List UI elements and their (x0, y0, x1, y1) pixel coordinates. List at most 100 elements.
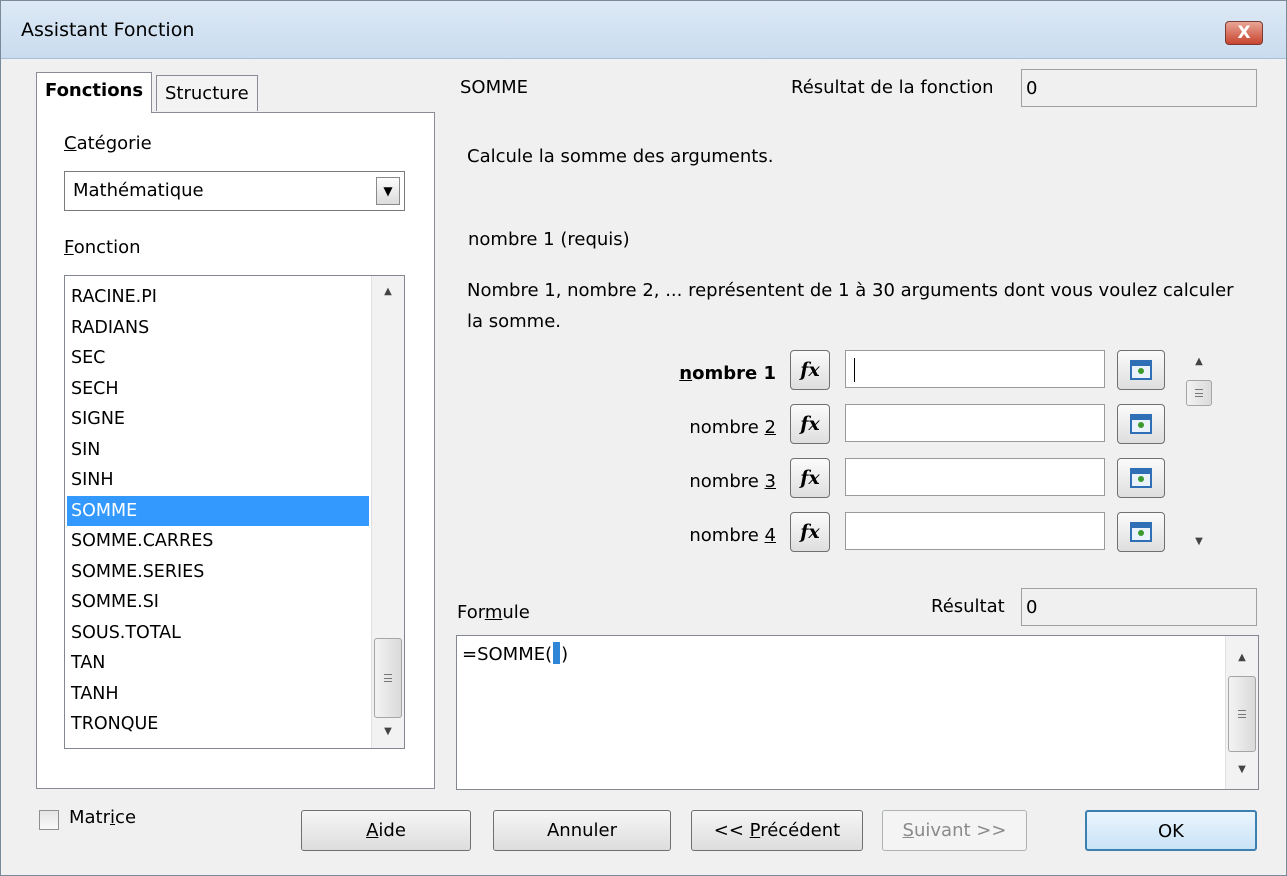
function-list-item[interactable]: SIN (67, 435, 369, 466)
text-cursor (854, 358, 855, 382)
formula-after: ) (561, 644, 569, 665)
formula-editor[interactable]: =SOMME() ▲ ▼ (456, 635, 1259, 790)
matrix-checkbox[interactable] (39, 810, 59, 830)
scroll-up-icon[interactable]: ▲ (1226, 646, 1258, 670)
function-list-item[interactable]: SOMME (67, 495, 369, 526)
function-list-item[interactable]: SOMME.CARRES (67, 526, 369, 557)
next-label: Suivant >> (902, 820, 1007, 841)
scroll-up-icon[interactable]: ▲ (372, 280, 404, 304)
scroll-thumb[interactable] (1186, 380, 1212, 406)
scroll-up-icon[interactable]: ▲ (1184, 350, 1214, 374)
help-mnemonic: A (366, 820, 379, 841)
function-list-scrollbar[interactable]: ▲ ▼ (371, 276, 404, 748)
function-icon: fx (800, 521, 820, 543)
arg-input-3[interactable] (845, 458, 1105, 496)
shrink-icon (1130, 360, 1152, 380)
function-list-item[interactable]: RACINE.PI (67, 282, 369, 313)
result-label: Résultat (931, 596, 1005, 617)
result-field: 0 (1021, 588, 1257, 626)
matrix-label-mnemonic: i (110, 807, 116, 828)
function-icon: fx (800, 359, 820, 381)
help-button[interactable]: Aide (301, 810, 471, 851)
arg-label-1: nombre 1 (666, 363, 776, 384)
arg-label-3-text: nombre 3 (689, 471, 776, 492)
grip-icon (1238, 710, 1246, 718)
arg-label-2: nombre 2 (666, 417, 776, 438)
function-result-field: 0 (1021, 69, 1257, 107)
scroll-thumb[interactable] (1228, 676, 1256, 752)
function-list-item[interactable]: TRONQUE (67, 709, 369, 740)
tab-structure[interactable]: Structure (156, 75, 258, 111)
function-label: Fonction (64, 237, 141, 258)
category-dropdown[interactable]: Mathématique ▼ (64, 171, 405, 211)
formula-before: =SOMME( (462, 644, 553, 665)
function-list-item[interactable]: RADIANS (67, 313, 369, 344)
category-label-mnemonic: C (64, 133, 77, 154)
arg-input-2[interactable] (845, 404, 1105, 442)
function-list-item[interactable]: SOUS.TOTAL (67, 618, 369, 649)
close-icon: X (1237, 23, 1251, 43)
function-list-item[interactable]: SOMME.SERIES (67, 557, 369, 588)
argument-title: nombre 1 (requis) (468, 229, 630, 250)
grip-icon (1195, 389, 1203, 397)
function-result-value: 0 (1026, 78, 1038, 99)
scroll-thumb[interactable] (374, 638, 402, 718)
function-list-item[interactable]: SIGNE (67, 404, 369, 435)
shrink-button-1[interactable] (1117, 350, 1165, 390)
function-list-item[interactable]: SOMME.SI (67, 587, 369, 618)
chevron-down-icon[interactable]: ▼ (376, 177, 400, 205)
category-value: Mathématique (73, 180, 204, 201)
close-button[interactable]: X (1225, 21, 1263, 45)
function-name: SOMME (460, 77, 529, 98)
function-list-item[interactable]: TANH (67, 679, 369, 710)
formula-label: Formule (457, 602, 530, 623)
formula-text: =SOMME() (462, 642, 568, 665)
ok-button[interactable]: OK (1085, 810, 1257, 851)
function-list-item[interactable]: SINH (67, 465, 369, 496)
function-list[interactable]: RACINE.PI RADIANS SEC SECH SIGNE SIN SINH SOMME… (64, 275, 405, 749)
result-value: 0 (1026, 597, 1038, 618)
arg-label-4-text: nombre 4 (689, 525, 776, 546)
scroll-down-icon[interactable]: ▼ (1226, 758, 1258, 782)
shrink-button-2[interactable] (1117, 404, 1165, 444)
shrink-icon (1130, 468, 1152, 488)
fx-button-3[interactable]: fx (790, 458, 830, 498)
shrink-button-4[interactable] (1117, 512, 1165, 552)
matrix-label: Matrice (69, 807, 137, 828)
title-bar: Assistant Fonction X (1, 1, 1286, 59)
ok-label: OK (1158, 821, 1184, 842)
scroll-down-icon[interactable]: ▼ (372, 720, 404, 744)
category-label: Catégorie (64, 133, 152, 154)
function-list-items: RACINE.PI RADIANS SEC SECH SIGNE SIN SINH SOMME… (67, 282, 369, 740)
cancel-label: Annuler (546, 820, 617, 841)
shrink-icon (1130, 414, 1152, 434)
function-list-item[interactable]: SECH (67, 374, 369, 405)
fx-button-4[interactable]: fx (790, 512, 830, 552)
grip-icon (384, 674, 392, 682)
fx-button-1[interactable]: fx (790, 350, 830, 390)
arg-label-3: nombre 3 (666, 471, 776, 492)
function-list-item[interactable]: TAN (67, 648, 369, 679)
formula-scrollbar[interactable]: ▲ ▼ (1225, 636, 1258, 789)
function-description: Calcule la somme des arguments. (467, 146, 774, 167)
function-label-rest: onction (73, 237, 141, 258)
scroll-down-icon[interactable]: ▼ (1184, 530, 1214, 554)
shrink-button-3[interactable] (1117, 458, 1165, 498)
formula-caret (553, 642, 561, 664)
tab-functions[interactable]: Fonctions (36, 72, 153, 113)
function-wizard-dialog: Assistant Fonction X Fonctions Structure… (0, 0, 1287, 876)
fx-button-2[interactable]: fx (790, 404, 830, 444)
arguments-scrollbar[interactable]: ▲ ▼ (1184, 346, 1214, 556)
shrink-icon (1130, 522, 1152, 542)
function-icon: fx (800, 467, 820, 489)
function-list-item[interactable]: SEC (67, 343, 369, 374)
arg-input-4[interactable] (845, 512, 1105, 550)
previous-label: << Précédent (713, 820, 841, 841)
help-label-rest: ide (378, 820, 406, 841)
arg-input-1[interactable] (845, 350, 1105, 388)
next-button[interactable]: Suivant >> (882, 810, 1027, 851)
function-label-mnemonic: F (64, 237, 74, 258)
arg-label-2-text: nombre 2 (689, 417, 776, 438)
previous-button[interactable]: << Précédent (691, 810, 863, 851)
cancel-button[interactable]: Annuler (493, 810, 671, 851)
